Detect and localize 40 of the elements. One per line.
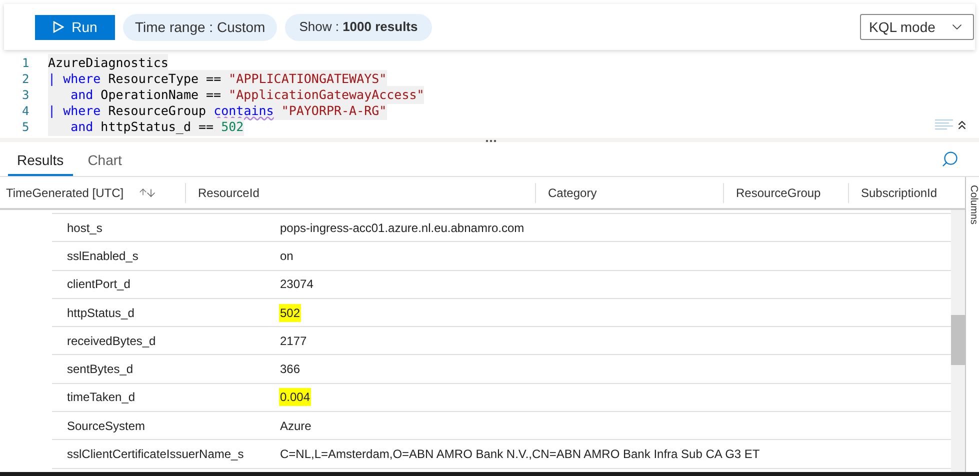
- results-tab[interactable]: Results: [8, 146, 73, 176]
- field-value: 366: [279, 361, 302, 378]
- column-header[interactable]: TimeGenerated [UTC]: [6, 184, 124, 202]
- field-value: 502: [279, 304, 302, 322]
- column-header[interactable]: ResourceId: [198, 184, 260, 202]
- time-range-button[interactable]: Time range : Custom: [123, 14, 278, 40]
- field-value: 0.004: [279, 388, 312, 406]
- line-number: 5: [21, 119, 30, 136]
- show-results-button[interactable]: Show : 1000 results: [285, 14, 432, 40]
- field-value: 2177: [279, 332, 308, 350]
- field-value: C=NL,L=Amsterdam,O=ABN AMRO Bank N.V.,CN=ABN AMRO Bank Infra Sub CA G3 ET: [279, 446, 761, 464]
- search-icon[interactable]: [941, 150, 959, 168]
- line-number: 4: [21, 103, 30, 120]
- column-header[interactable]: Category: [548, 184, 597, 202]
- field-name: sslEnabled_s: [66, 248, 140, 265]
- line-number: 1: [21, 55, 30, 72]
- sort-icon[interactable]: [138, 186, 157, 198]
- resize-handle-icon[interactable]: [486, 140, 496, 142]
- field-value: Azure: [279, 418, 312, 435]
- field-name: sslClientCertificateIssuerName_s: [66, 446, 245, 464]
- field-name: clientPort_d: [66, 276, 132, 294]
- field-value: on: [279, 248, 294, 265]
- column-header[interactable]: ResourceGroup: [736, 184, 821, 202]
- line-number: 2: [21, 71, 30, 88]
- scrollbar-thumb[interactable]: [951, 315, 965, 365]
- field-value: pops-ingress-acc01.azure.nl.eu.abnamro.com: [279, 220, 526, 237]
- field-name: sentBytes_d: [66, 361, 134, 378]
- field-value: 23074: [279, 276, 314, 294]
- field-name: httpStatus_d: [66, 304, 136, 322]
- run-button[interactable]: Run: [35, 14, 115, 40]
- mode-dropdown[interactable]: KQL mode: [860, 14, 974, 40]
- columns-panel-tab[interactable]: Columns: [966, 185, 979, 224]
- field-name: receivedBytes_d: [66, 332, 157, 350]
- field-name: timeTaken_d: [66, 389, 136, 406]
- line-number: 3: [21, 87, 30, 104]
- column-header[interactable]: SubscriptionId: [861, 184, 938, 202]
- play-icon: [52, 21, 64, 33]
- field-name: SourceSystem: [66, 418, 146, 435]
- results-tab[interactable]: Chart: [78, 146, 131, 176]
- field-name: host_s: [66, 220, 104, 237]
